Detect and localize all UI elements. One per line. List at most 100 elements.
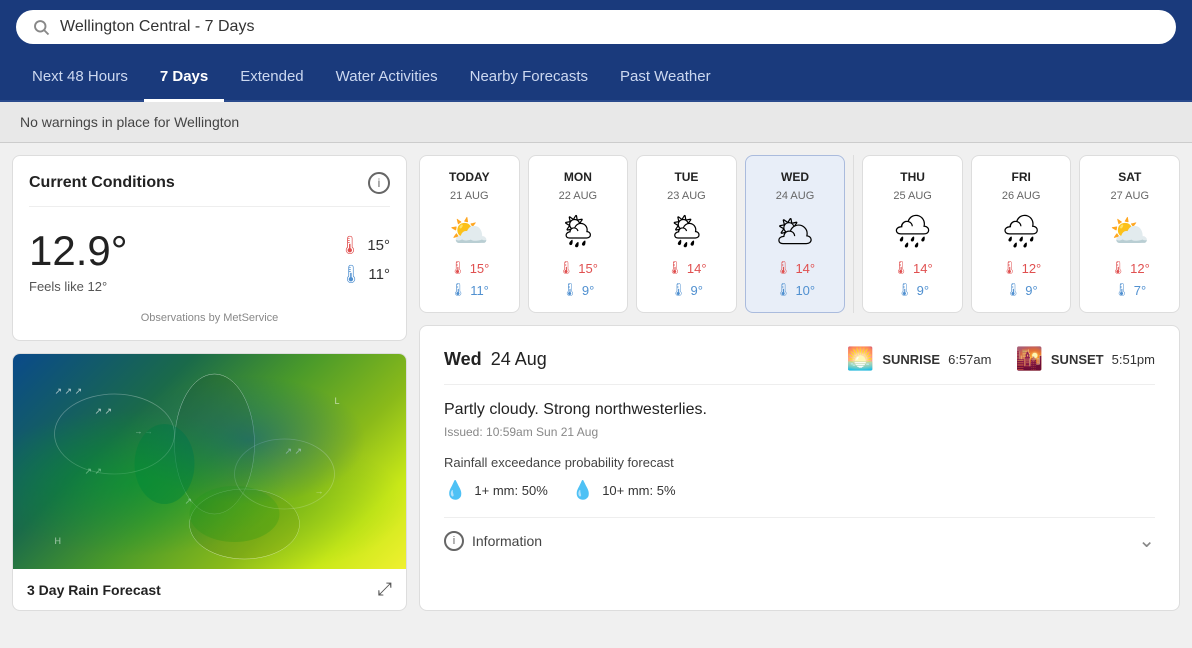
info-row: i Information ⌄ — [444, 517, 1155, 553]
tab-7-days[interactable]: 7 Days — [144, 54, 224, 102]
sunset-icon: 🌇 — [1015, 346, 1042, 372]
rainfall-probs: 💧 1+ mm: 50% 💧 10+ mm: 5% — [444, 480, 1155, 501]
therm-low-icon-wed: 🌡 — [775, 282, 792, 298]
fc-date-thu: 25 AUG — [893, 190, 932, 202]
fc-high-sat: 🌡 12° — [1110, 260, 1150, 276]
therm-low-icon-tue: 🌡 — [670, 282, 687, 298]
sunrise-item: 🌅 SUNRISE 6:57am — [847, 346, 992, 372]
information-link[interactable]: i Information — [444, 531, 542, 551]
expand-icon[interactable]: ⤢ — [378, 579, 392, 600]
fc-date-today: 21 AUG — [450, 190, 489, 202]
fc-date-mon: 22 AUG — [559, 190, 598, 202]
forecast-card-thu[interactable]: THU 25 AUG 🌧 🌡 14° 🌡 9° — [862, 155, 963, 313]
fc-low-tue: 🌡 9° — [670, 282, 703, 298]
weather-icon-wed: 🌥 — [775, 212, 816, 250]
detail-date: Wed 24 Aug — [444, 349, 547, 370]
weather-icon-sat: ⛅ — [1110, 212, 1150, 250]
warning-text: No warnings in place for Wellington — [20, 114, 239, 130]
tab-extended[interactable]: Extended — [224, 54, 319, 102]
right-panel: TODAY 21 AUG ⛅ 🌡 15° 🌡 11° MON 22 AUG 🌦 — [419, 155, 1180, 611]
fc-day-fri: FRI — [1012, 170, 1031, 184]
rain-forecast-title: 3 Day Rain Forecast — [27, 582, 161, 598]
fc-day-thu: THU — [900, 170, 925, 184]
tab-water-activities[interactable]: Water Activities — [320, 54, 454, 102]
search-input[interactable] — [60, 18, 1160, 36]
therm-high-icon-fri: 🌡 — [1001, 260, 1018, 276]
tab-nearby-forecasts[interactable]: Nearby Forecasts — [454, 54, 604, 102]
fc-low-today: 🌡 11° — [450, 282, 489, 298]
fc-day-sat: SAT — [1118, 170, 1141, 184]
cc-left: 12.9° Feels like 12° — [29, 227, 128, 294]
observations-credit: Observations by MetService — [29, 312, 390, 324]
warning-bar: No warnings in place for Wellington — [0, 102, 1192, 143]
fc-high-fri: 🌡 12° — [1001, 260, 1041, 276]
tab-next-48-hours[interactable]: Next 48 Hours — [16, 54, 144, 102]
therm-low-icon-mon: 🌡 — [561, 282, 578, 298]
fc-high-tue: 🌡 14° — [666, 260, 706, 276]
forecast-card-tue[interactable]: TUE 23 AUG 🌦 🌡 14° 🌡 9° — [636, 155, 737, 313]
rain-drop-1mm-icon: 💧 — [444, 480, 466, 501]
fc-date-fri: 26 AUG — [1002, 190, 1041, 202]
fc-high-today: 🌡 15° — [449, 260, 489, 276]
rain-forecast-card: ↗ ↗ ↗ ↗ ↗ → → ↗ ↗ ↗ ↗ → ↗ H L — [12, 353, 407, 611]
sunset-time: 5:51pm — [1112, 352, 1155, 367]
fc-low-sat: 🌡 7° — [1113, 282, 1146, 298]
rainfall-1mm-text: 1+ mm: 50% — [474, 483, 547, 498]
fc-date-sat: 27 AUG — [1110, 190, 1149, 202]
weather-icon-tue: 🌦 — [666, 212, 707, 250]
fc-low-mon: 🌡 9° — [561, 282, 594, 298]
chevron-down-icon[interactable]: ⌄ — [1138, 528, 1155, 553]
feels-like: Feels like 12° — [29, 279, 128, 294]
fc-day-mon: MON — [564, 170, 592, 184]
therm-low-icon-sat: 🌡 — [1113, 282, 1130, 298]
detail-header: Wed 24 Aug 🌅 SUNRISE 6:57am 🌇 SUNSET 5:5… — [444, 346, 1155, 385]
therm-low-icon: 🌡 — [450, 282, 467, 298]
search-icon — [32, 18, 50, 36]
search-bar[interactable] — [16, 10, 1176, 44]
main-temperature: 12.9° — [29, 227, 128, 275]
fc-high-wed: 🌡 14° — [775, 260, 815, 276]
forecast-card-fri[interactable]: FRI 26 AUG 🌧 🌡 12° 🌡 9° — [971, 155, 1072, 313]
conditions-info-button[interactable]: i — [368, 172, 390, 194]
rain-title-bar: 3 Day Rain Forecast ⤢ — [13, 569, 406, 610]
cc-header: Current Conditions i — [29, 172, 390, 207]
fc-low-wed: 🌡 10° — [775, 282, 815, 298]
rainfall-label: Rainfall exceedance probability forecast — [444, 455, 1155, 470]
low-temp: 11° — [368, 266, 390, 283]
sunrise-label: SUNRISE — [882, 352, 940, 367]
current-conditions-card: Current Conditions i 12.9° Feels like 12… — [12, 155, 407, 341]
weather-icon-today: ⛅ — [449, 212, 489, 250]
left-panel: Current Conditions i 12.9° Feels like 12… — [12, 155, 407, 611]
weather-icon-mon: 🌦 — [558, 212, 599, 250]
forecast-row: TODAY 21 AUG ⛅ 🌡 15° 🌡 11° MON 22 AUG 🌦 — [419, 155, 1180, 313]
therm-low-icon-thu: 🌡 — [896, 282, 913, 298]
high-temp-row: 🌡 15° — [338, 235, 390, 256]
fc-low-thu: 🌡 9° — [896, 282, 929, 298]
fc-high-mon: 🌡 15° — [558, 260, 598, 276]
therm-high-icon-mon: 🌡 — [558, 260, 575, 276]
rain-drop-10mm-icon: 💧 — [572, 480, 594, 501]
therm-high-icon-sat: 🌡 — [1110, 260, 1127, 276]
detail-panel: Wed 24 Aug 🌅 SUNRISE 6:57am 🌇 SUNSET 5:5… — [419, 325, 1180, 611]
forecast-card-sat[interactable]: SAT 27 AUG ⛅ 🌡 12° 🌡 7° — [1079, 155, 1180, 313]
forecast-card-mon[interactable]: MON 22 AUG 🌦 🌡 15° 🌡 9° — [528, 155, 629, 313]
rainfall-10mm: 💧 10+ mm: 5% — [572, 480, 676, 501]
header — [0, 0, 1192, 54]
therm-high-icon-wed: 🌡 — [775, 260, 792, 276]
forecast-card-wed[interactable]: WED 24 AUG 🌥 🌡 14° 🌡 10° — [745, 155, 846, 313]
tab-past-weather[interactable]: Past Weather — [604, 54, 727, 102]
forecast-card-today[interactable]: TODAY 21 AUG ⛅ 🌡 15° 🌡 11° — [419, 155, 520, 313]
information-icon: i — [444, 531, 464, 551]
therm-high-icon-tue: 🌡 — [666, 260, 683, 276]
weather-icon-fri: 🌧 — [1001, 212, 1042, 250]
fc-date-wed: 24 AUG — [776, 190, 815, 202]
cc-hi-lo: 🌡 15° 🌡 11° — [338, 227, 390, 285]
information-label: Information — [472, 533, 542, 549]
fc-day-tue: TUE — [674, 170, 698, 184]
sun-info: 🌅 SUNRISE 6:57am 🌇 SUNSET 5:51pm — [847, 346, 1155, 372]
therm-low-icon-fri: 🌡 — [1005, 282, 1022, 298]
sunset-label: SUNSET — [1051, 352, 1104, 367]
forecast-separator — [853, 155, 854, 313]
cc-temps: 12.9° Feels like 12° 🌡 15° 🌡 11° — [29, 219, 390, 302]
thermometer-low-icon: 🌡 — [340, 264, 363, 285]
